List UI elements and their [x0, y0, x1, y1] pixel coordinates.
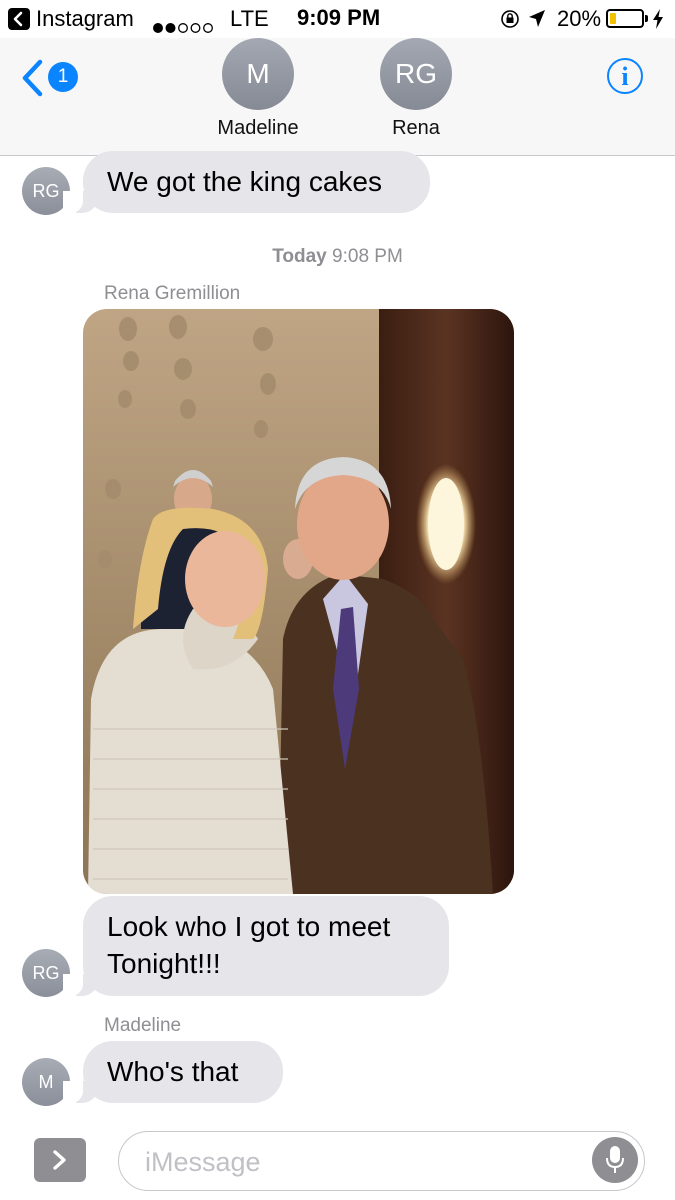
network-type: LTE [230, 6, 269, 31]
message-bubble[interactable]: We got the king cakes [63, 151, 430, 213]
contact-rena[interactable]: RG Rena [356, 38, 476, 140]
contact-madeline[interactable]: M Madeline [198, 38, 318, 140]
charging-bolt-icon [652, 9, 664, 35]
avatar: M [222, 38, 294, 110]
avatar: RG [380, 38, 452, 110]
message-composer[interactable] [118, 1131, 645, 1191]
contact-name: Rena [392, 117, 440, 139]
location-arrow-icon [528, 9, 546, 35]
back-to-app-icon[interactable] [8, 8, 30, 30]
clock: 9:09 PM [297, 5, 381, 30]
sender-name: Madeline [104, 1015, 182, 1036]
chevron-right-icon [53, 1150, 66, 1170]
message-text-line: Tonight!!! [107, 948, 221, 979]
message-text: Who's that [107, 1056, 239, 1087]
contact-name: Madeline [217, 117, 299, 139]
conversation-header: 1 M Madeline RG Rena i [0, 38, 675, 156]
back-button[interactable]: 1 [20, 56, 90, 100]
timestamp: Today 9:08 PM [0, 246, 675, 268]
unread-badge: 1 [48, 62, 78, 92]
microphone-icon [606, 1146, 624, 1173]
app-drawer-button[interactable] [34, 1138, 86, 1182]
message-text: We got the king cakes [107, 166, 382, 197]
timestamp-day: Today [272, 246, 327, 267]
message-bubble[interactable]: Who's that [63, 1041, 283, 1103]
photo-attachment[interactable] [83, 309, 514, 894]
sender-name: Rena Gremillion [104, 283, 241, 304]
message-text-line: Look who I got to meet [107, 911, 391, 942]
imessage-input[interactable] [143, 1144, 577, 1180]
signal-strength [152, 14, 214, 40]
orientation-lock-icon [500, 9, 520, 35]
info-button[interactable]: i [607, 58, 643, 94]
battery-percent: 20% [557, 6, 602, 31]
microphone-button[interactable] [592, 1137, 638, 1183]
battery-icon [606, 9, 644, 28]
status-bar: Instagram LTE 9:09 PM 20% [0, 0, 675, 38]
battery-nub [645, 15, 648, 22]
message-bubble[interactable]: Look who I got to meet Tonight!!! [63, 896, 449, 996]
info-icon: i [621, 62, 629, 91]
timestamp-time: 9:08 PM [332, 246, 403, 267]
back-app-label[interactable]: Instagram [36, 6, 134, 32]
photo-image [83, 309, 514, 894]
